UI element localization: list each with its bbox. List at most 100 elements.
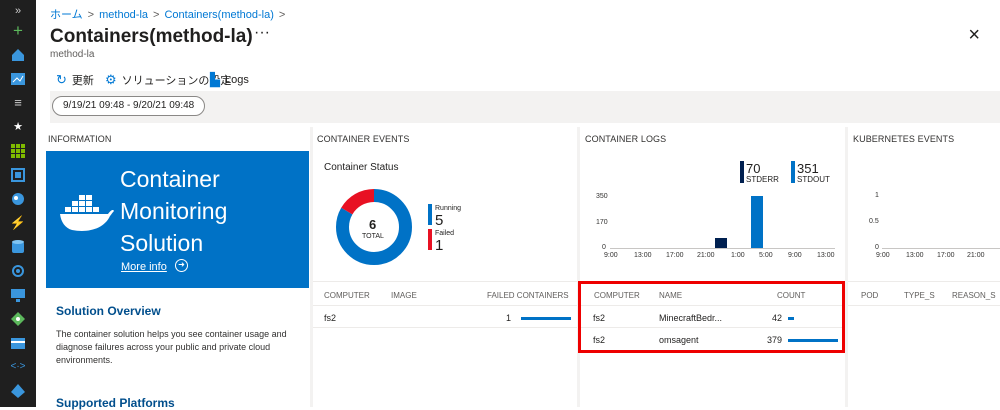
solution-overview-heading: Solution Overview [56, 304, 161, 318]
supported-platforms-heading: Supported Platforms [56, 396, 175, 410]
azure-ad-icon[interactable] [9, 382, 27, 400]
logs-icon: ▙ [210, 72, 220, 87]
refresh-button[interactable]: ↻ 更新 [56, 72, 94, 88]
breadcrumb-home-link[interactable]: ホーム [50, 9, 83, 21]
logs-bar-stdout[interactable] [750, 196, 763, 248]
stdout-value: 351 [797, 161, 819, 176]
create-resource-icon[interactable]: + [9, 22, 27, 40]
app-services-icon[interactable] [9, 190, 27, 208]
refresh-icon: ↻ [56, 72, 67, 87]
container-monitoring-tile[interactable]: Container Monitoring Solution More info … [46, 151, 309, 288]
dashboard-icon[interactable] [9, 70, 27, 88]
refresh-label: 更新 [71, 75, 94, 87]
kube-x-tick: 9:00 [876, 252, 890, 259]
logs-x-tick: 21:00 [697, 252, 715, 259]
highlight-box [578, 281, 845, 353]
logs-x-tick: 5:00 [759, 252, 773, 259]
logs-label: Logs [225, 74, 249, 86]
legend-failed-label: Failed [435, 230, 455, 237]
events-col-computer: COMPUTER [324, 291, 370, 300]
kube-y-tick: 0 [875, 244, 879, 251]
breadcrumb: ホーム > method-la > Containers(method-la) > [50, 6, 290, 22]
events-cell-computer: fs2 [324, 313, 337, 323]
stdout-swatch [791, 161, 795, 183]
kube-x-axis-line [882, 248, 1000, 249]
logs-bar-stderr[interactable] [714, 237, 727, 248]
function-app-icon[interactable]: ⚡ [9, 214, 27, 232]
logs-x-tick: 9:00 [604, 252, 618, 259]
legend-running-label: Running [435, 205, 462, 212]
page-title: Containers(method-la) [50, 26, 253, 47]
logs-x-axis-line [610, 248, 835, 249]
docker-whale-icon [60, 195, 114, 231]
sql-database-icon[interactable] [9, 238, 27, 256]
all-services-icon[interactable]: ≡ [9, 94, 27, 112]
tile-title-line1: Container [120, 166, 220, 192]
more-options-button[interactable]: ··· [254, 24, 270, 42]
donut-total-label: TOTAL [362, 233, 384, 240]
events-failed-bar [521, 317, 571, 320]
kube-x-tick: 13:00 [906, 252, 924, 259]
logs-y-tick: 350 [596, 193, 608, 200]
cosmos-db-icon[interactable] [9, 262, 27, 280]
logs-button[interactable]: ▙ Logs [210, 72, 249, 88]
logs-x-tick: 17:00 [666, 252, 684, 259]
container-events-heading: CONTAINER EVENTS [317, 134, 410, 144]
container-status-title: Container Status [324, 162, 399, 173]
breadcrumb-separator: > [153, 9, 160, 21]
table-header-divider [848, 305, 1000, 306]
kube-y-tick: 0.5 [869, 218, 879, 225]
grid-top-border [848, 281, 1000, 282]
legend-running-value: 5 [435, 212, 444, 229]
container-logs-heading: CONTAINER LOGS [585, 134, 667, 144]
legend-failed-swatch [428, 229, 432, 250]
time-range-filter[interactable]: 9/19/21 09:48 - 9/20/21 09:48 [52, 96, 206, 116]
donut-total-value: 6 [369, 217, 377, 232]
grid-top-border [313, 281, 577, 282]
tile-title: Container Monitoring Solution [120, 163, 227, 259]
information-heading: INFORMATION [48, 134, 112, 144]
events-col-failed: FAILED CONTAINERS [487, 291, 569, 300]
page-subtitle: method-la [50, 49, 95, 60]
gear-icon: ⚙ [105, 72, 117, 87]
tile-title-line2: Monitoring [120, 198, 228, 224]
kube-col-reason: REASON_S [952, 291, 996, 300]
row-divider [313, 327, 577, 328]
virtual-machines-icon[interactable] [9, 286, 27, 304]
column-divider [845, 127, 848, 407]
logs-y-tick: 170 [596, 219, 608, 226]
breadcrumb-separator: > [87, 9, 95, 21]
stderr-value: 70 [746, 161, 761, 176]
stderr-label: STDERR [746, 175, 779, 184]
stdout-label: STDOUT [797, 175, 830, 184]
breadcrumb-containers-link[interactable]: Containers(method-la) [164, 9, 273, 21]
events-col-image: IMAGE [391, 291, 417, 300]
all-resources-icon[interactable] [9, 142, 27, 160]
logs-y-tick: 0 [602, 244, 606, 251]
breadcrumb-workspace-link[interactable]: method-la [99, 9, 148, 21]
expand-icon[interactable]: » [9, 2, 27, 20]
legend-running-swatch [428, 204, 432, 225]
close-button[interactable]: × [968, 24, 980, 47]
kube-col-pod: POD [861, 291, 879, 300]
arrow-right-circle-icon[interactable]: ➜ [175, 259, 188, 272]
load-balancer-icon[interactable] [9, 310, 27, 328]
kube-x-tick: 17:00 [937, 252, 955, 259]
breadcrumb-chevron-icon: > [278, 9, 286, 21]
virtual-networks-icon[interactable]: <·> [9, 358, 27, 376]
favorites-star-icon[interactable]: ★ [9, 118, 27, 136]
resource-groups-icon[interactable] [9, 166, 27, 184]
kubernetes-events-heading: KUBERNETES EVENTS [853, 134, 955, 144]
legend-failed-value: 1 [435, 237, 444, 254]
more-info-link[interactable]: More info [121, 261, 167, 273]
logs-x-tick: 13:00 [817, 252, 835, 259]
home-icon[interactable] [9, 46, 27, 64]
logs-x-tick: 13:00 [634, 252, 652, 259]
logs-x-tick: 1:00 [731, 252, 745, 259]
events-cell-failed: 1 [506, 313, 512, 323]
storage-accounts-icon[interactable] [9, 334, 27, 352]
kube-x-tick: 21:00 [967, 252, 985, 259]
table-header-divider [313, 305, 577, 306]
blade: ホーム > method-la > Containers(method-la) > Con… [36, 0, 1000, 410]
kube-y-tick: 1 [875, 192, 879, 199]
